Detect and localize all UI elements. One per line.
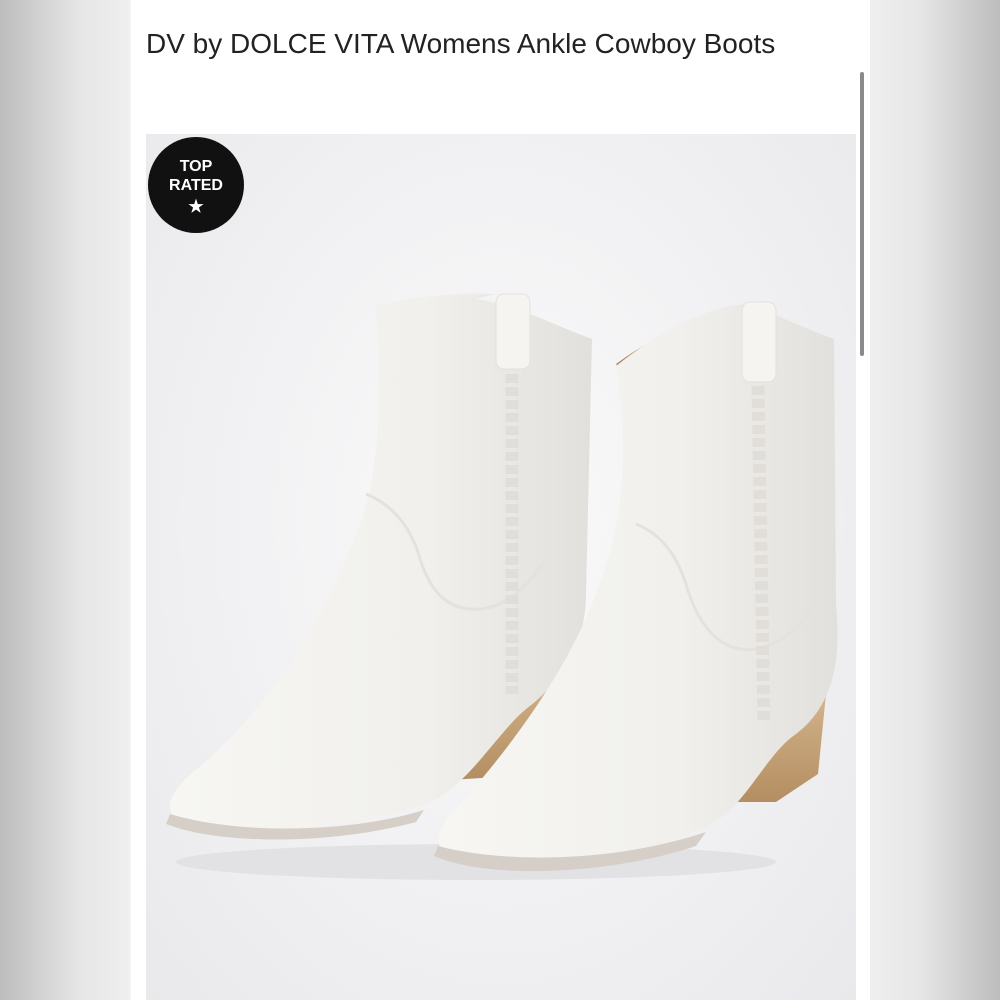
scrollbar[interactable] (860, 72, 864, 356)
star-icon: ★ (188, 197, 204, 216)
badge-line-top: TOP (179, 158, 213, 175)
boots-illustration (166, 293, 838, 880)
right-boot-pull-tab (741, 301, 777, 383)
badge-line-rated: RATED (169, 177, 223, 194)
product-title: DV by DOLCE VITA Womens Ankle Cowboy Boo… (146, 28, 776, 59)
product-page: DV by DOLCE VITA Womens Ankle Cowboy Boo… (131, 0, 870, 1000)
left-boot-pull-tab (495, 293, 531, 370)
top-rated-badge: TOP RATED ★ (148, 137, 244, 233)
product-image[interactable]: TOP RATED ★ (146, 134, 856, 1000)
